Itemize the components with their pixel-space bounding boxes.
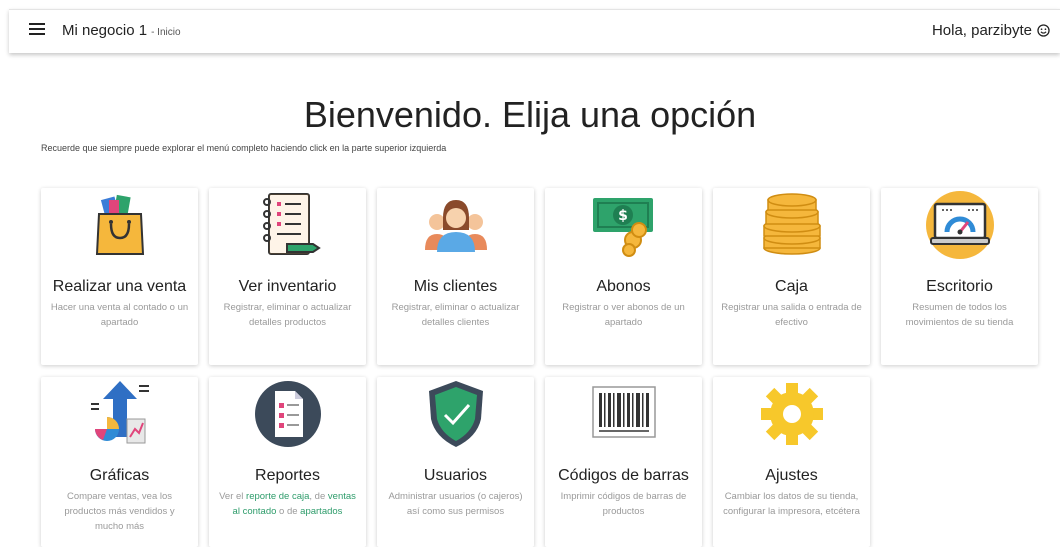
card-title: Mis clientes [413,278,498,295]
link-apartados[interactable]: apartados [300,506,342,517]
card-title: Reportes [255,467,320,484]
card-title: Usuarios [423,467,488,484]
section-name: - Inicio [151,27,181,38]
card-title: Realizar una venta [52,278,187,295]
card-description: Compare ventas, vea los productos más ve… [64,491,175,532]
desc-text: o de [276,506,301,517]
smiley-icon [1037,24,1050,37]
card-description: Registrar o ver abonos de un apartado [562,302,685,328]
money-icon: $ [593,198,653,257]
card-reportes[interactable]: Reportes Ver el reporte de caja, de vent… [209,377,366,547]
top-navbar: Mi negocio 1- Inicio Hola, parzibyte [9,9,1060,53]
card-description: Administrar usuarios (o cajeros) así com… [388,491,523,517]
brand[interactable]: Mi negocio 1- Inicio [62,22,181,39]
card-ajustes[interactable]: Ajustes Cambiar los datos de su tienda, … [713,377,870,547]
card-description: Imprimir códigos de barras de productos [560,491,687,517]
notebook-icon [263,193,321,255]
page-title: Bienvenido. Elija una opción [303,94,757,135]
card-mis-clientes[interactable]: Mis clientes Registrar, eliminar o actua… [377,188,534,365]
people-icon [425,200,487,252]
card-caja[interactable]: Caja Registrar una salida o entrada de e… [713,188,870,365]
gear-icon [761,383,823,445]
card-usuarios[interactable]: Usuarios Administrar usuarios (o cajeros… [377,377,534,547]
card-description: Hacer una venta al contado o un apartado [50,302,189,328]
greeting-text: Hola, parzibyte [931,22,1032,39]
card-ver-inventario[interactable]: Ver inventario Registrar, eliminar o act… [209,188,366,365]
card-title: Abonos [596,278,651,295]
card-description: Registrar una salida o entrada de efecti… [721,302,862,328]
card-escritorio[interactable]: Escritorio Resumen de todos los movimien… [881,188,1038,365]
card-title: Gráficas [89,467,150,484]
link-reporte-caja[interactable]: reporte de caja [246,491,309,502]
card-title: Escritorio [926,278,993,295]
card-description: Ver el reporte de caja, de ventas al con… [217,489,358,519]
svg-text:$: $ [618,208,628,224]
card-codigos-barras[interactable]: Códigos de barras Imprimir códigos de ba… [545,377,702,547]
hamburger-menu-icon[interactable] [29,23,45,39]
card-title: Ajustes [765,467,818,484]
charts-icon [91,381,149,444]
card-title: Caja [775,278,808,295]
menu-hint: Recuerde que siempre puede explorar el m… [41,143,447,153]
barcode-icon [592,386,656,438]
desc-text: Ver el [219,491,247,502]
card-description: Resumen de todos los movimientos de su t… [905,302,1014,328]
desc-text: , de [309,491,328,502]
dashboard-icon [926,191,994,259]
card-realizar-venta[interactable]: Realizar una venta Hacer una venta al co… [41,188,198,365]
shield-icon [429,381,483,447]
card-abonos[interactable]: $ Abonos Registrar o ver abonos de un ap… [545,188,702,365]
card-description: Cambiar los datos de su tienda, configur… [723,491,860,517]
user-greeting[interactable]: Hola, parzibyte [932,22,1050,39]
report-icon [255,381,321,447]
card-description: Registrar, eliminar o actualizar detalle… [391,302,520,328]
shopping-bag-icon [95,194,145,255]
card-title: Ver inventario [238,278,337,295]
card-graficas[interactable]: Gráficas Compare ventas, vea los product… [41,377,198,547]
business-name: Mi negocio 1 [62,22,148,39]
card-title: Códigos de barras [558,467,689,484]
card-description: Registrar, eliminar o actualizar detalle… [223,302,352,328]
coins-icon [763,193,821,255]
